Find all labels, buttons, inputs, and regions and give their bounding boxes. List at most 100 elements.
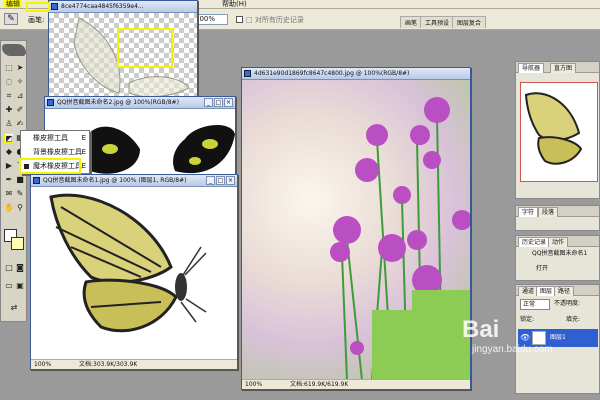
healing-icon[interactable]: ✚ xyxy=(4,105,14,115)
highlight-box-magic-eraser xyxy=(19,158,81,174)
zoom-icon[interactable]: ⚲ xyxy=(15,203,25,213)
brush-label: 画笔: xyxy=(28,16,45,24)
window-flower-photo[interactable]: 4d631e90d1869fc8647c4800.jpg @ 100%(RGB/… xyxy=(241,67,471,390)
window-flower-titlebar[interactable]: 4d631e90d1869fc8647c4800.jpg @ 100%(RGB/… xyxy=(242,68,470,80)
status-doc-size[interactable]: 文档:619.9K/619.9K xyxy=(290,380,348,389)
tab-history[interactable]: 历史记录 xyxy=(518,237,551,247)
feather-icon xyxy=(2,44,26,56)
background-color-swatch[interactable] xyxy=(11,237,24,250)
quick-mask-icon[interactable]: ◙ xyxy=(15,263,25,273)
character-tabs: 字符 段落 xyxy=(516,206,599,217)
flower-image[interactable] xyxy=(242,80,470,379)
maximize-icon[interactable]: □ xyxy=(216,176,225,185)
tab-brushes[interactable]: 画笔 xyxy=(400,16,423,28)
close-icon[interactable]: × xyxy=(224,98,233,107)
menu-item-eraser[interactable]: 橡皮擦工具 E xyxy=(21,132,89,145)
watermark-url: jingyan.baidu.com xyxy=(472,344,553,355)
move-icon[interactable]: ➤ xyxy=(15,63,25,73)
window-back-titlebar[interactable]: 8ce4774caa4845f6359e4... xyxy=(49,1,197,13)
window-qq2-titlebar[interactable]: QQ拼音截图未命名2.jpg @ 100%(RGB/8#) _ □ × xyxy=(45,97,235,109)
eraser-icon[interactable]: ◩ xyxy=(4,133,14,143)
minimize-icon[interactable]: _ xyxy=(204,98,213,107)
highlight-box-canvas xyxy=(117,28,173,68)
notes-icon[interactable]: ✉ xyxy=(4,189,14,199)
path-select-icon[interactable]: ▶ xyxy=(4,161,14,171)
history-snapshot[interactable]: QQ拼音截图未命名1 xyxy=(520,249,587,259)
history-tabs: 历史记录 动作 xyxy=(516,236,599,247)
eraser-tool-icon[interactable]: ✎ xyxy=(4,13,18,25)
tab-channels[interactable]: 通道 xyxy=(518,286,539,296)
shape-icon[interactable]: ■ xyxy=(15,175,25,185)
layers-tabs: 通道 图层 路径 xyxy=(516,285,599,296)
close-icon[interactable]: × xyxy=(226,176,235,185)
pen-icon[interactable]: ✒ xyxy=(4,175,14,185)
imageready-icon[interactable]: ⇄ xyxy=(9,303,19,313)
menu-edit[interactable]: 编辑 xyxy=(4,0,22,8)
status-bar: 100% 文档:303.9K/303.9K xyxy=(31,359,237,369)
opacity-label: 不透明度: xyxy=(554,300,581,307)
lasso-icon[interactable]: ◌ xyxy=(4,77,14,87)
yellow-butterfly-image xyxy=(49,193,207,333)
toolbox: ⬚ ➤ ◌ ✧ ⌗ ⊿ ✚ ✐ ♙ ✍ ◩ ▦ ◆ ● ▶ T ✒ ■ ✉ ✎ … xyxy=(0,40,27,322)
document-icon xyxy=(33,177,40,184)
character-panel: 字符 段落 xyxy=(515,205,600,231)
watermark: Bai jingyan.baidu.com xyxy=(462,316,553,355)
tab-navigator[interactable]: 导航器 xyxy=(518,63,545,73)
crop-icon[interactable]: ⌗ xyxy=(4,91,14,101)
menu-help[interactable]: 帮助(H) xyxy=(220,0,249,8)
history-step-label: 打开 xyxy=(536,265,549,272)
minimize-icon[interactable]: _ xyxy=(206,176,215,185)
history-panel: 历史记录 动作 QQ拼音截图未命名1 打开 xyxy=(515,235,600,281)
brush-icon[interactable]: ✐ xyxy=(15,105,25,115)
history-snapshot-label: QQ拼音截图未命名1 xyxy=(532,250,588,257)
tab-layer-comps[interactable]: 图层复合 xyxy=(452,16,487,28)
eyedropper-icon[interactable]: ✎ xyxy=(15,189,25,199)
tab-paragraph[interactable]: 段落 xyxy=(538,207,559,217)
navigator-butterfly-thumb xyxy=(524,92,583,165)
shortcut-key: E xyxy=(81,148,86,156)
window-qq-screenshot-1[interactable]: QQ拼音截图未命名1.jpg @ 100% (图层1, RGB/8#) _ □ × … xyxy=(30,174,238,370)
status-bar: 100% 文档:619.9K/619.9K xyxy=(242,379,470,389)
history-brush-icon[interactable]: ✍ xyxy=(15,119,25,129)
status-zoom[interactable]: 100% xyxy=(34,361,51,368)
history-checkbox[interactable] xyxy=(236,16,243,23)
shortcut-key: E xyxy=(81,162,86,170)
magic-wand-icon[interactable]: ✧ xyxy=(15,77,25,87)
window-back-title: 8ce4774caa4845f6359e4... xyxy=(61,3,144,10)
slice-icon[interactable]: ⊿ xyxy=(15,91,25,101)
tab-histogram[interactable]: 直方图 xyxy=(550,63,577,73)
tab-paths[interactable]: 路径 xyxy=(554,286,575,296)
flowers-illustration xyxy=(330,97,470,379)
window-qq2-title: QQ拼音截图未命名1.jpg @ 100% (图层1, RGB/8#) xyxy=(43,177,187,184)
navigator-preview[interactable] xyxy=(520,82,598,182)
blend-mode-select[interactable]: 正常 xyxy=(520,299,550,310)
history-step-open[interactable]: 打开 xyxy=(520,264,548,274)
menu-item-label: 背景橡皮擦工具 xyxy=(33,148,82,156)
menu-item-label: 橡皮擦工具 xyxy=(33,134,68,142)
tab-character[interactable]: 字符 xyxy=(518,207,539,217)
marquee-icon[interactable]: ⬚ xyxy=(4,63,14,73)
fill-label: 填充: xyxy=(566,316,581,323)
full-screen-icon[interactable]: ▣ xyxy=(15,281,25,291)
standard-mode-icon[interactable]: □ xyxy=(4,263,14,273)
tab-tool-presets[interactable]: 工具预设 xyxy=(420,16,455,28)
window-flower-title: 4d631e90d1869fc8647c4800.jpg @ 100%(RGB/… xyxy=(254,70,410,77)
watermark-logo-text: Bai xyxy=(462,316,500,343)
history-checkbox-label: □ 对所有历史记录 xyxy=(246,16,304,24)
maximize-icon[interactable]: □ xyxy=(214,98,223,107)
status-zoom[interactable]: 100% xyxy=(245,381,262,388)
screen-mode-icon[interactable]: ▭ xyxy=(4,281,14,291)
document-icon xyxy=(47,99,54,106)
navigator-panel: 导航器 直方图 xyxy=(515,61,600,199)
status-doc-size[interactable]: 文档:303.9K/303.9K xyxy=(79,360,137,369)
hand-icon[interactable]: ✋ xyxy=(4,203,14,213)
navigator-tabs: 导航器 直方图 xyxy=(516,62,599,73)
tab-actions[interactable]: 动作 xyxy=(548,237,569,247)
blur-icon[interactable]: ◆ xyxy=(4,147,14,157)
shortcut-key: E xyxy=(81,134,86,142)
tab-layers[interactable]: 图层 xyxy=(536,286,557,296)
stamp-icon[interactable]: ♙ xyxy=(4,119,14,129)
highlight-box-menu xyxy=(26,2,50,12)
document-icon xyxy=(51,3,58,10)
window-qq1-titlebar[interactable]: QQ拼音截图未命名1.jpg @ 100% (图层1, RGB/8#) _ □ × xyxy=(31,175,237,187)
